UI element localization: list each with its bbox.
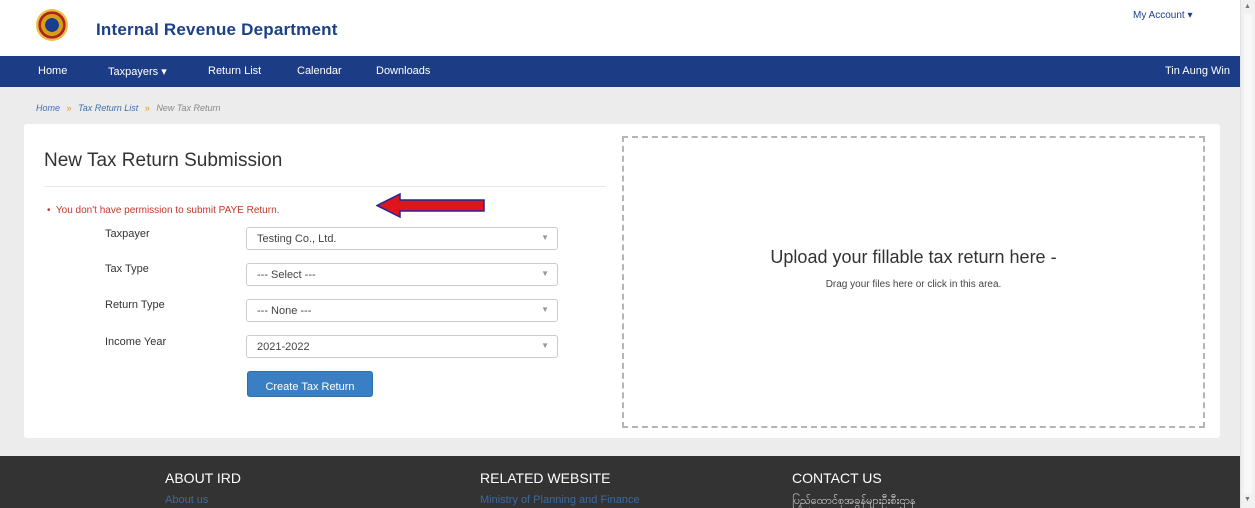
nav-home[interactable]: Home <box>38 65 67 77</box>
permission-error-text: You don't have permission to submit PAYE… <box>55 205 280 216</box>
tax-type-select[interactable]: --- Select --- ▼ <box>246 263 558 286</box>
site-footer: ABOUT IRD About us RELATED WEBSITE Minis… <box>0 456 1240 508</box>
footer-related-heading: RELATED WEBSITE <box>480 470 611 486</box>
footer-about-heading: ABOUT IRD <box>165 470 241 486</box>
dropzone-subtitle: Drag your files here or click in this ar… <box>825 279 1002 290</box>
site-header: Internal Revenue Department My Account ▾ <box>0 0 1240 56</box>
footer-related-link[interactable]: Ministry of Planning and Finance <box>480 494 640 506</box>
nav-calendar[interactable]: Calendar <box>297 65 342 77</box>
return-type-select[interactable]: --- None --- ▼ <box>246 299 558 322</box>
income-year-select-value: 2021-2022 <box>257 341 310 353</box>
breadcrumb: Home » Tax Return List » New Tax Return <box>36 103 221 113</box>
scrollbar-thumb[interactable] <box>1244 14 1252 494</box>
footer-about-link[interactable]: About us <box>165 494 208 506</box>
taxpayer-label: Taxpayer <box>105 228 150 240</box>
ird-logo[interactable] <box>36 9 68 41</box>
breadcrumb-separator: » <box>144 103 150 113</box>
site-brand[interactable]: Internal Revenue Department <box>96 20 338 40</box>
chevron-down-icon: ▼ <box>541 341 549 350</box>
create-tax-return-button[interactable]: Create Tax Return <box>247 371 373 397</box>
tax-type-select-value: --- Select --- <box>257 269 316 281</box>
my-account-menu[interactable]: My Account ▾ <box>1133 10 1193 21</box>
scroll-down-icon[interactable]: ▼ <box>1244 496 1251 503</box>
nav-return-list[interactable]: Return List <box>208 65 261 77</box>
chevron-down-icon: ▼ <box>541 305 549 314</box>
return-type-label: Return Type <box>105 299 165 311</box>
file-upload-dropzone[interactable]: Upload your fillable tax return here - D… <box>622 136 1205 428</box>
page-scrollbar[interactable]: ▲ ▼ <box>1240 0 1255 508</box>
title-divider <box>44 186 606 187</box>
dropzone-title: Upload your fillable tax return here - <box>770 247 1057 267</box>
footer-contact-text: ပြည်ထောင်စုအခွန်များဦးစီးဌာန <box>792 495 916 507</box>
breadcrumb-home[interactable]: Home <box>36 103 60 113</box>
red-arrow-annotation-icon <box>376 193 485 218</box>
income-year-label: Income Year <box>105 336 167 348</box>
breadcrumb-current: New Tax Return <box>156 103 221 113</box>
nav-user-name[interactable]: Tin Aung Win <box>1165 65 1230 77</box>
chevron-down-icon: ▼ <box>541 269 549 278</box>
tax-type-label: Tax Type <box>105 263 149 275</box>
nav-taxpayers[interactable]: Taxpayers ▾ <box>108 65 167 78</box>
breadcrumb-tax-return-list[interactable]: Tax Return List <box>78 103 138 113</box>
nav-downloads[interactable]: Downloads <box>376 65 430 77</box>
taxpayer-select-value: Testing Co., Ltd. <box>257 233 337 245</box>
permission-error-message: • You don't have permission to submit PA… <box>47 205 279 216</box>
return-type-select-value: --- None --- <box>257 305 312 317</box>
main-navbar: Home Taxpayers ▾ Return List Calendar Do… <box>0 56 1240 87</box>
scroll-up-icon[interactable]: ▲ <box>1244 3 1251 10</box>
income-year-select[interactable]: 2021-2022 ▼ <box>246 335 558 358</box>
page-title: New Tax Return Submission <box>44 150 283 171</box>
bullet-icon: • <box>47 205 51 216</box>
footer-contact-heading: CONTACT US <box>792 470 882 486</box>
breadcrumb-separator: » <box>66 103 72 113</box>
taxpayer-select[interactable]: Testing Co., Ltd. ▼ <box>246 227 558 250</box>
chevron-down-icon: ▼ <box>541 233 549 242</box>
